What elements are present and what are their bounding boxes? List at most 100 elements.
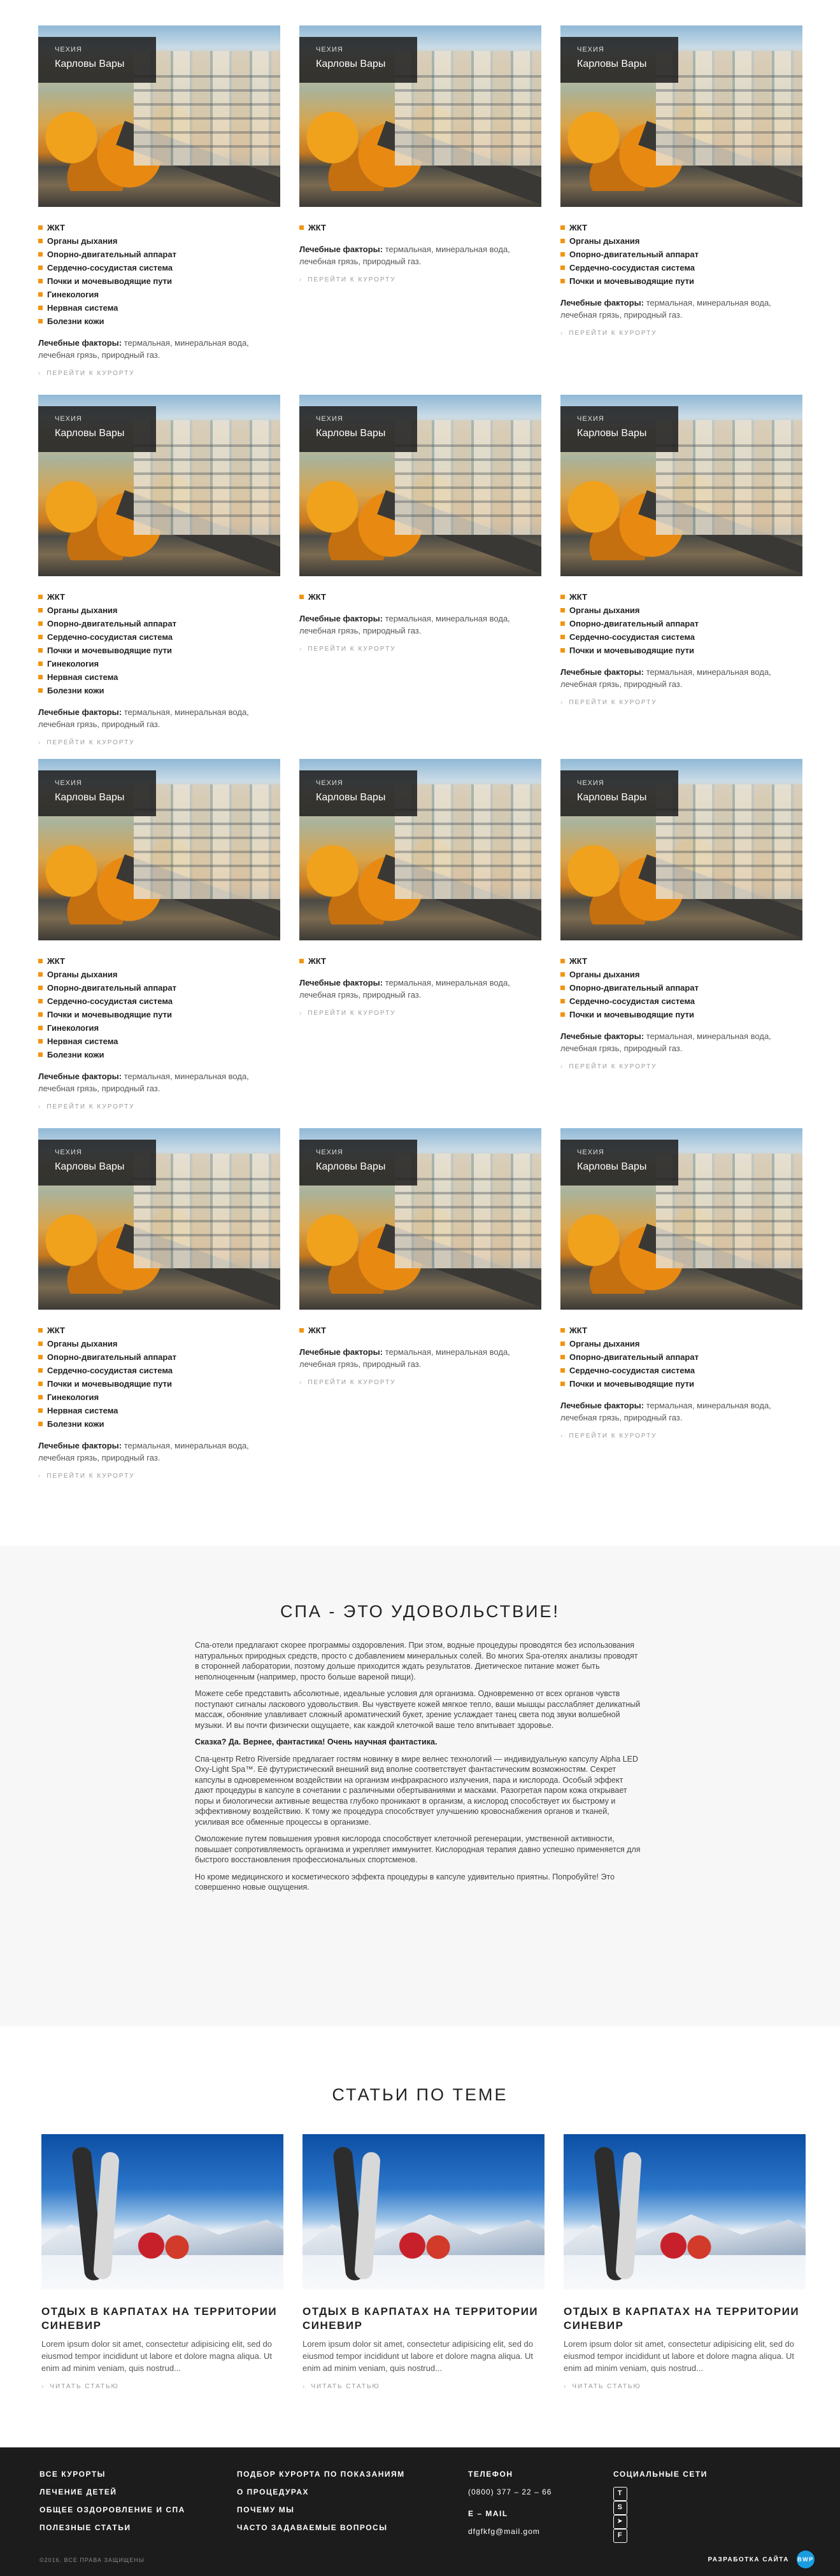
- indication-label: Нервная система: [47, 1037, 118, 1046]
- article-card[interactable]: ОТДЫХ В КАРПАТАХ НА ТЕРРИТОРИИ СИНЕВИР L…: [564, 2134, 806, 2391]
- healing-factors: Лечебные факторы: термальная, минеральна…: [38, 706, 280, 730]
- developer-link[interactable]: РАЗРАБОТКА САЙТА BWP: [708, 2551, 815, 2568]
- article-photo[interactable]: [303, 2134, 545, 2289]
- resort-card[interactable]: ЧЕХИЯ Карловы Вары ЖКТ Лечебные факторы:…: [299, 1128, 541, 1387]
- resort-photo[interactable]: ЧЕХИЯ Карловы Вары: [299, 25, 541, 207]
- telegram-icon[interactable]: ➤: [613, 2515, 627, 2529]
- indication-label: Нервная система: [47, 672, 118, 682]
- arrow-right-icon: ›: [38, 370, 42, 377]
- go-to-resort-link[interactable]: › ПЕРЕЙТИ К КУРОРТУ: [560, 1433, 657, 1440]
- skype-icon[interactable]: s: [613, 2501, 627, 2515]
- article-photo[interactable]: [564, 2134, 806, 2289]
- resort-card[interactable]: ЧЕХИЯ Карловы Вары ЖКТ Органы дыхания Опор…: [560, 1128, 802, 1441]
- resort-tag: ЧЕХИЯ Карловы Вары: [299, 37, 417, 83]
- indications-list: ЖКТ Органы дыхания Опорно-двигательный апп…: [38, 1324, 280, 1431]
- article-title[interactable]: ОТДЫХ В КАРПАТАХ НА ТЕРРИТОРИИ СИНЕВИР: [41, 2305, 283, 2333]
- article-title[interactable]: ОТДЫХ В КАРПАТАХ НА ТЕРРИТОРИИ СИНЕВИР: [564, 2305, 806, 2333]
- resort-photo[interactable]: ЧЕХИЯ Карловы Вары: [38, 25, 280, 207]
- read-article-link[interactable]: › ЧИТАТЬ СТАТЬЮ: [564, 2383, 641, 2390]
- bullet-square-icon: [38, 675, 43, 679]
- resort-photo[interactable]: ЧЕХИЯ Карловы Вары: [38, 1128, 280, 1310]
- bullet-square-icon: [38, 959, 43, 963]
- twitter-icon[interactable]: t: [613, 2487, 627, 2501]
- facebook-icon[interactable]: f: [613, 2529, 627, 2543]
- spa-paragraph-bold: Сказка? Да. Вернее, фантастика! Очень на…: [195, 1737, 438, 1746]
- go-to-resort-link[interactable]: › ПЕРЕЙТИ К КУРОРТУ: [299, 646, 396, 653]
- footer-nav-link[interactable]: ПОЧЕМУ МЫ: [237, 2501, 405, 2519]
- indication-item: Сердечно-сосудистая система: [38, 261, 280, 274]
- footer-nav-link[interactable]: ЛЕЧЕНИЕ ДЕТЕЙ: [39, 2483, 185, 2501]
- go-to-resort-link[interactable]: › ПЕРЕЙТИ К КУРОРТУ: [560, 699, 657, 706]
- resort-photo[interactable]: ЧЕХИЯ Карловы Вары: [560, 759, 802, 940]
- bullet-square-icon: [38, 1012, 43, 1017]
- go-to-resort-link[interactable]: › ПЕРЕЙТИ К КУРОРТУ: [299, 1379, 396, 1386]
- footer-nav-link[interactable]: О ПРОЦЕДУРАХ: [237, 2483, 405, 2501]
- article-photo[interactable]: [41, 2134, 283, 2289]
- article-title[interactable]: ОТДЫХ В КАРПАТАХ НА ТЕРРИТОРИИ СИНЕВИР: [303, 2305, 545, 2333]
- arrow-right-icon: ›: [38, 1473, 42, 1480]
- footer-nav-link[interactable]: ПОДБОР КУРОРТА ПО ПОКАЗАНИЯМ: [237, 2465, 405, 2483]
- footer-nav-link[interactable]: ПОЛЕЗНЫЕ СТАТЬИ: [39, 2519, 185, 2537]
- arrow-right-icon: ›: [560, 1063, 564, 1070]
- resort-tag: ЧЕХИЯ Карловы Вары: [299, 770, 417, 816]
- resort-photo[interactable]: ЧЕХИЯ Карловы Вары: [560, 25, 802, 207]
- indication-item: ЖКТ: [299, 221, 541, 234]
- resort-photo[interactable]: ЧЕХИЯ Карловы Вары: [299, 1128, 541, 1310]
- go-to-resort-link[interactable]: › ПЕРЕЙТИ К КУРОРТУ: [299, 276, 396, 283]
- go-to-resort-link[interactable]: › ПЕРЕЙТИ К КУРОРТУ: [38, 1103, 135, 1110]
- phone-link[interactable]: (0800) 377 – 22 – 66: [468, 2483, 552, 2501]
- healing-factors-label: Лечебные факторы:: [38, 1072, 122, 1081]
- indication-item: Органы дыхания: [560, 968, 802, 981]
- resort-card[interactable]: ЧЕХИЯ Карловы Вары ЖКТ Органы дыхания Опор…: [38, 1128, 280, 1481]
- resort-card[interactable]: ЧЕХИЯ Карловы Вары ЖКТ Лечебные факторы:…: [299, 395, 541, 654]
- indication-label: ЖКТ: [308, 592, 326, 602]
- indications-list: ЖКТ Органы дыхания Опорно-двигательный апп…: [38, 221, 280, 328]
- go-to-resort-link[interactable]: › ПЕРЕЙТИ К КУРОРТУ: [299, 1010, 396, 1017]
- resort-card[interactable]: ЧЕХИЯ Карловы Вары ЖКТ Органы дыхания Опор…: [560, 759, 802, 1072]
- arrow-right-icon: ›: [299, 646, 303, 653]
- bullet-square-icon: [38, 595, 43, 599]
- resort-photo[interactable]: ЧЕХИЯ Карловы Вары: [560, 395, 802, 576]
- article-card[interactable]: ОТДЫХ В КАРПАТАХ НА ТЕРРИТОРИИ СИНЕВИР L…: [41, 2134, 283, 2391]
- go-to-resort-link[interactable]: › ПЕРЕЙТИ К КУРОРТУ: [560, 1063, 657, 1070]
- go-to-resort-link[interactable]: › ПЕРЕЙТИ К КУРОРТУ: [560, 330, 657, 337]
- resort-card[interactable]: ЧЕХИЯ Карловы Вары ЖКТ Органы дыхания Опор…: [38, 759, 280, 1112]
- read-article-link[interactable]: › ЧИТАТЬ СТАТЬЮ: [303, 2383, 380, 2390]
- indication-item: ЖКТ: [38, 954, 280, 968]
- resort-card[interactable]: ЧЕХИЯ Карловы Вары ЖКТ Лечебные факторы:…: [299, 25, 541, 285]
- footer-nav-link[interactable]: ОБЩЕЕ ОЗДОРОВЛЕНИЕ И СПА: [39, 2501, 185, 2519]
- resort-photo[interactable]: ЧЕХИЯ Карловы Вары: [299, 759, 541, 940]
- read-article-link[interactable]: › ЧИТАТЬ СТАТЬЮ: [41, 2383, 119, 2390]
- resorts-grid: ЧЕХИЯ Карловы Вары ЖКТ Органы дыхания Опор…: [0, 0, 840, 1528]
- healing-factors-label: Лечебные факторы:: [38, 338, 122, 348]
- indication-item: Сердечно-сосудистая система: [560, 630, 802, 644]
- article-card[interactable]: ОТДЫХ В КАРПАТАХ НА ТЕРРИТОРИИ СИНЕВИР L…: [303, 2134, 545, 2391]
- resort-card[interactable]: ЧЕХИЯ Карловы Вары ЖКТ Органы дыхания Опор…: [560, 25, 802, 338]
- healing-factors: Лечебные факторы: термальная, минеральна…: [560, 1030, 802, 1054]
- go-to-resort-label: ПЕРЕЙТИ К КУРОРТУ: [46, 1103, 135, 1110]
- footer: ВСЕ КУРОРТЫ ЛЕЧЕНИЕ ДЕТЕЙ ОБЩЕЕ ОЗДОРОВЛЕН…: [0, 2447, 840, 2576]
- go-to-resort-link[interactable]: › ПЕРЕЙТИ К КУРОРТУ: [38, 1473, 135, 1480]
- resort-card[interactable]: ЧЕХИЯ Карловы Вары ЖКТ Органы дыхания Опор…: [38, 25, 280, 378]
- phone-label: ТЕЛЕФОН: [468, 2470, 513, 2479]
- footer-nav-link[interactable]: ЧАСТО ЗАДАВАЕМЫЕ ВОПРОСЫ: [237, 2519, 405, 2537]
- go-to-resort-label: ПЕРЕЙТИ К КУРОРТУ: [308, 1379, 396, 1386]
- indication-item: Органы дыхания: [560, 604, 802, 617]
- bullet-square-icon: [38, 1395, 43, 1399]
- go-to-resort-link[interactable]: › ПЕРЕЙТИ К КУРОРТУ: [38, 739, 135, 746]
- resort-tag: ЧЕХИЯ Карловы Вары: [38, 770, 156, 816]
- indication-item: Гинекология: [38, 1021, 280, 1035]
- resort-photo[interactable]: ЧЕХИЯ Карловы Вары: [299, 395, 541, 576]
- footer-nav-link[interactable]: ВСЕ КУРОРТЫ: [39, 2465, 185, 2483]
- resort-card[interactable]: ЧЕХИЯ Карловы Вары ЖКТ Органы дыхания Опор…: [38, 395, 280, 747]
- resort-card[interactable]: ЧЕХИЯ Карловы Вары ЖКТ Лечебные факторы:…: [299, 759, 541, 1018]
- resort-tag: ЧЕХИЯ Карловы Вары: [38, 1140, 156, 1185]
- go-to-resort-label: ПЕРЕЙТИ К КУРОРТУ: [569, 699, 657, 706]
- email-link[interactable]: dfgfkfg@mail.gom: [468, 2523, 552, 2540]
- resort-photo[interactable]: ЧЕХИЯ Карловы Вары: [38, 759, 280, 940]
- resort-photo[interactable]: ЧЕХИЯ Карловы Вары: [38, 395, 280, 576]
- resort-photo[interactable]: ЧЕХИЯ Карловы Вары: [560, 1128, 802, 1310]
- bullet-square-icon: [38, 252, 43, 257]
- resort-card[interactable]: ЧЕХИЯ Карловы Вары ЖКТ Органы дыхания Опор…: [560, 395, 802, 707]
- go-to-resort-link[interactable]: › ПЕРЕЙТИ К КУРОРТУ: [38, 370, 135, 377]
